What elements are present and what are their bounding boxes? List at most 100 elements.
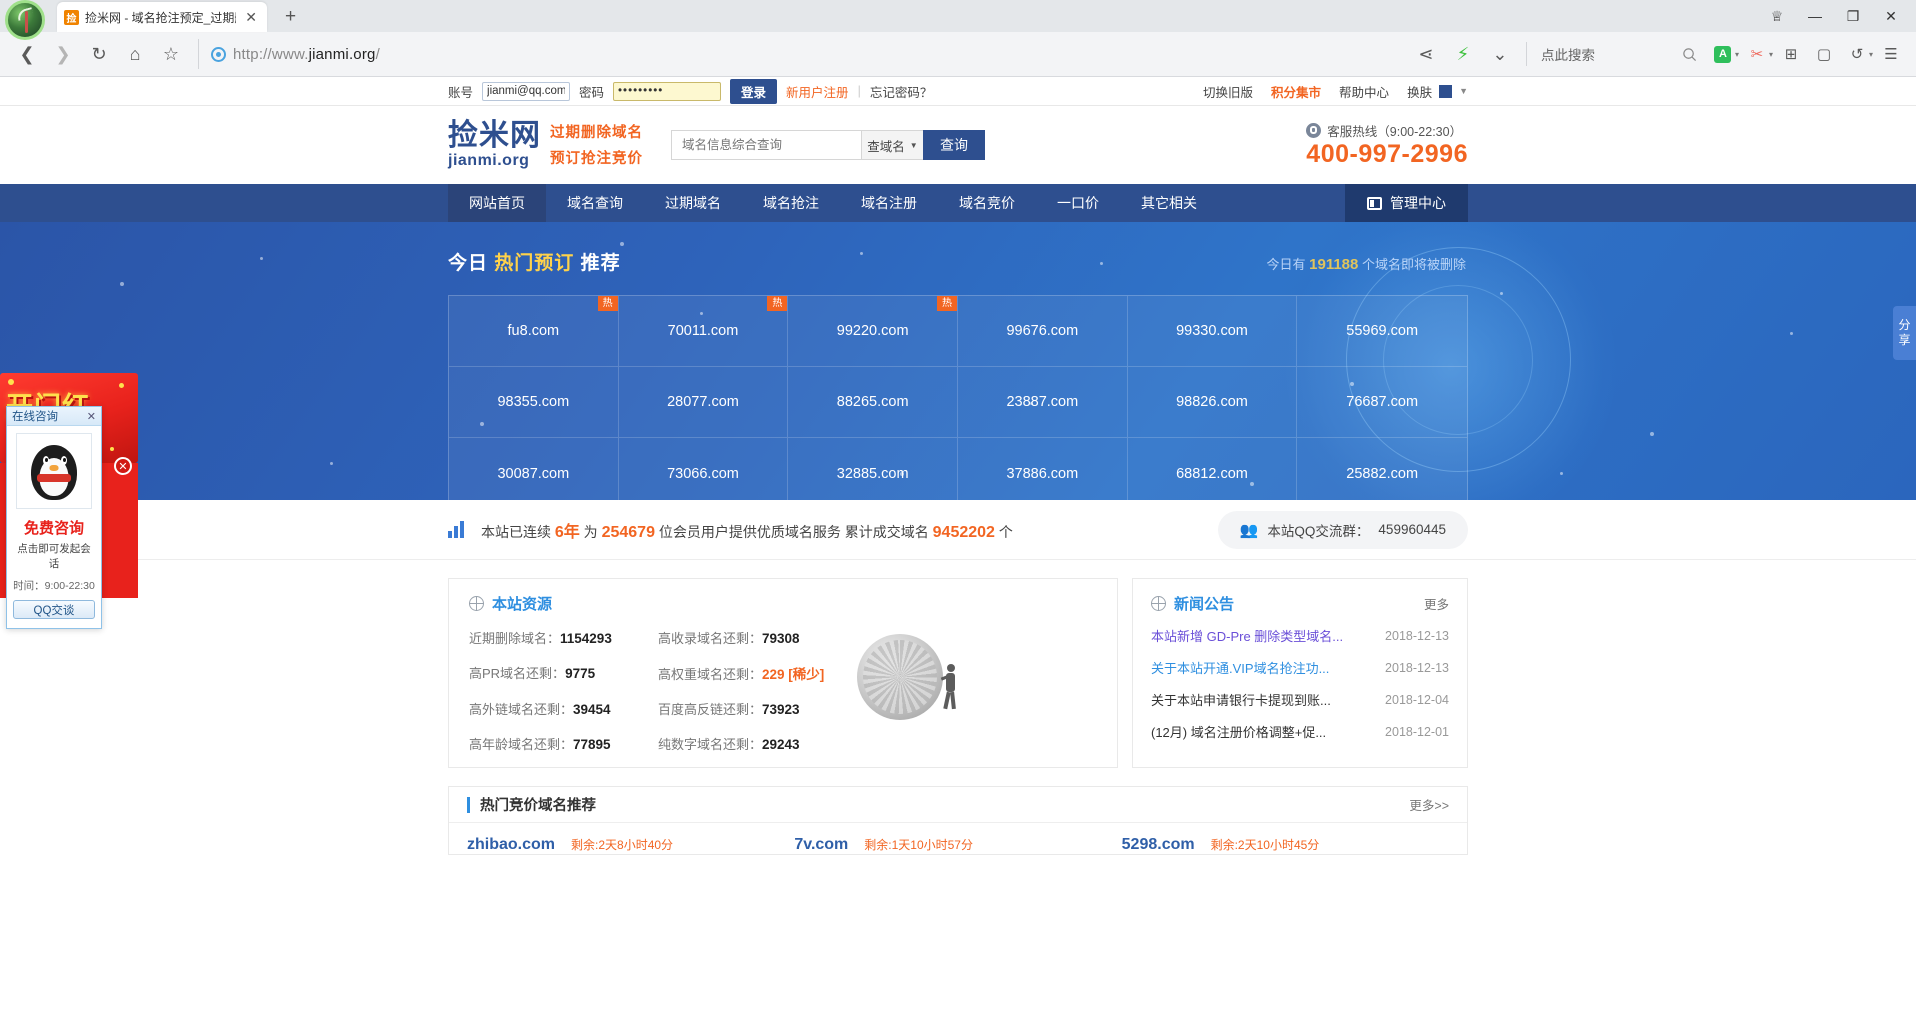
skin-color-swatch[interactable] [1439, 85, 1452, 98]
points-market-link[interactable]: 积分集市 [1271, 82, 1321, 101]
hot-domain-cell[interactable]: 28077.com [619, 367, 789, 438]
switch-old-version-link[interactable]: 切换旧版 [1203, 82, 1253, 101]
nav-item-3[interactable]: 域名抢注 [742, 184, 840, 222]
news-item-title[interactable]: (12月) 域名注册价格调整+促... [1151, 722, 1326, 741]
hot-domain-cell[interactable]: 70011.com热 [619, 296, 789, 367]
auction-more-link[interactable]: 更多>> [1409, 795, 1449, 814]
news-row[interactable]: 关于本站申请银行卡提现到账...2018-12-04 [1151, 690, 1449, 709]
home-icon[interactable]: ⌂ [118, 37, 152, 71]
hot-domain-cell[interactable]: 30087.com [449, 438, 619, 500]
browser-tab[interactable]: 捡 捡米网 - 域名抢注预定_过期删除 ✕ [57, 2, 267, 32]
bookmark-star-icon[interactable]: ☆ [154, 37, 188, 71]
hot-domain-cell[interactable]: 99330.com [1128, 296, 1298, 367]
boost-icon[interactable]: ⚡ [1446, 37, 1480, 71]
skin-switcher[interactable]: 换肤 ▼ [1407, 82, 1468, 101]
qq-consult-widget[interactable]: 在线咨询 ✕ 免费咨询 点击即可发起会话 时间：9:00-22:30 QQ交谈 [6, 406, 102, 629]
undo-icon[interactable]: ↺ [1842, 39, 1872, 69]
qq-widget-close-icon[interactable]: ✕ [87, 410, 96, 423]
news-item-title[interactable]: 关于本站开通.VIP域名抢注功... [1151, 658, 1329, 677]
news-row[interactable]: 本站新增 GD-Pre 删除类型域名...2018-12-13 [1151, 626, 1449, 645]
register-link[interactable]: 新用户注册 [786, 82, 849, 101]
nav-item-2[interactable]: 过期域名 [644, 184, 742, 222]
news-item-title[interactable]: 关于本站申请银行卡提现到账... [1151, 690, 1331, 709]
scissors-icon[interactable]: ✂ [1742, 39, 1772, 69]
address-bar[interactable]: http://www.jianmi.org/ [198, 39, 1198, 69]
auction-item[interactable]: zhibao.com剩余:2天8小时40分 [467, 836, 794, 854]
news-row[interactable]: 关于本站开通.VIP域名抢注功...2018-12-13 [1151, 658, 1449, 677]
hot-domain-cell[interactable]: 98826.com [1128, 367, 1298, 438]
chevron-down-icon[interactable]: ⌄ [1483, 37, 1517, 71]
site-logo[interactable]: 捡米网 jianmi.org 过期删除域名 预订抢注竞价 [448, 120, 643, 170]
auction-domain[interactable]: 5298.com [1122, 836, 1195, 854]
tab-close-icon[interactable]: ✕ [242, 9, 260, 26]
auction-domain[interactable]: 7v.com [794, 836, 848, 854]
nav-item-4[interactable]: 域名注册 [840, 184, 938, 222]
hot-domain-cell[interactable]: 88265.com [788, 367, 958, 438]
nav-admin-center[interactable]: 管理中心 [1345, 184, 1468, 222]
hot-domain-cell[interactable]: 73066.com [619, 438, 789, 500]
chevron-down-icon[interactable]: ▼ [1459, 86, 1468, 96]
password-input[interactable] [613, 82, 721, 101]
login-button[interactable]: 登录 [730, 79, 777, 104]
news-row[interactable]: (12月) 域名注册价格调整+促...2018-12-01 [1151, 722, 1449, 741]
minimize-button[interactable]: — [1798, 1, 1832, 31]
auction-item[interactable]: 7v.com剩余:1天10小时57分 [794, 836, 1121, 854]
hot-domain-cell[interactable]: 68812.com [1128, 438, 1298, 500]
maximize-button[interactable]: ❐ [1836, 1, 1870, 31]
hot-domain-cell[interactable]: 23887.com [958, 367, 1128, 438]
back-icon[interactable]: ❮ [10, 37, 44, 71]
nav-item-1[interactable]: 域名查询 [546, 184, 644, 222]
qq-group-badge[interactable]: 👥 本站QQ交流群： 459960445 [1218, 511, 1468, 549]
collect-icon[interactable]: ♕ [1760, 1, 1794, 31]
hot-domain-cell[interactable]: fu8.com热 [449, 296, 619, 367]
close-window-button[interactable]: ✕ [1874, 1, 1908, 31]
search-icon[interactable] [1675, 39, 1705, 69]
translate-icon[interactable]: A [1708, 39, 1738, 69]
help-center-link[interactable]: 帮助中心 [1339, 82, 1389, 101]
account-input[interactable] [482, 82, 570, 101]
news-more-link[interactable]: 更多 [1424, 594, 1449, 613]
share-icon[interactable]: ⋖ [1409, 37, 1443, 71]
qq-chat-button[interactable]: QQ交谈 [13, 600, 95, 619]
domain-search-input[interactable] [671, 130, 861, 160]
hot-domain-cell[interactable]: 76687.com [1297, 367, 1467, 438]
hot-domain-name: 32885.com [837, 466, 909, 482]
promo-close-icon[interactable]: ✕ [114, 457, 132, 475]
auction-item[interactable]: 5298.com剩余:2天10小时45分 [1122, 836, 1449, 854]
search-submit-button[interactable]: 查询 [923, 130, 985, 160]
auction-domain[interactable]: zhibao.com [467, 836, 555, 854]
nav-admin-label: 管理中心 [1390, 193, 1446, 213]
hot-domain-name: 70011.com [668, 323, 739, 339]
share-sidebar-tab[interactable]: 分 享 [1893, 306, 1916, 360]
news-item-title[interactable]: 本站新增 GD-Pre 删除类型域名... [1151, 626, 1343, 645]
forgot-password-link[interactable]: 忘记密码？ [870, 82, 933, 101]
hot-domain-cell[interactable]: 32885.com [788, 438, 958, 500]
slogan-line-1: 过期删除域名 [550, 121, 643, 142]
nav-item-6[interactable]: 一口价 [1036, 184, 1120, 222]
hot-domain-cell[interactable]: 25882.com [1297, 438, 1467, 500]
site-info-icon[interactable] [211, 47, 226, 62]
headset-icon [1306, 123, 1321, 138]
undo-caret-icon[interactable]: ▾ [1869, 50, 1873, 59]
apps-grid-icon[interactable]: ⊞ [1776, 39, 1806, 69]
hot-domain-cell[interactable]: 99220.com热 [788, 296, 958, 367]
hot-domain-cell[interactable]: 98355.com [449, 367, 619, 438]
hot-domain-cell[interactable]: 99676.com [958, 296, 1128, 367]
new-tab-button[interactable]: + [277, 6, 304, 32]
hero-dot [1500, 292, 1503, 295]
translate-caret-icon[interactable]: ▾ [1735, 50, 1739, 59]
hot-flag-badge: 热 [937, 296, 957, 311]
forward-icon[interactable]: ❯ [46, 37, 80, 71]
nav-item-7[interactable]: 其它相关 [1120, 184, 1218, 222]
nav-item-0[interactable]: 网站首页 [448, 184, 546, 222]
browser-search[interactable]: 点此搜索 [1526, 42, 1705, 66]
reload-icon[interactable]: ↻ [82, 37, 116, 71]
hot-domain-cell[interactable]: 55969.com [1297, 296, 1467, 367]
resource-label: 近期删除域名： [469, 631, 560, 646]
menu-icon[interactable]: ☰ [1876, 39, 1906, 69]
mobile-view-icon[interactable]: ▢ [1809, 39, 1839, 69]
hot-domain-cell[interactable]: 37886.com [958, 438, 1128, 500]
nav-item-5[interactable]: 域名竞价 [938, 184, 1036, 222]
scissors-caret-icon[interactable]: ▾ [1769, 50, 1773, 59]
search-type-select[interactable]: 查域名 ▼ [861, 130, 923, 160]
